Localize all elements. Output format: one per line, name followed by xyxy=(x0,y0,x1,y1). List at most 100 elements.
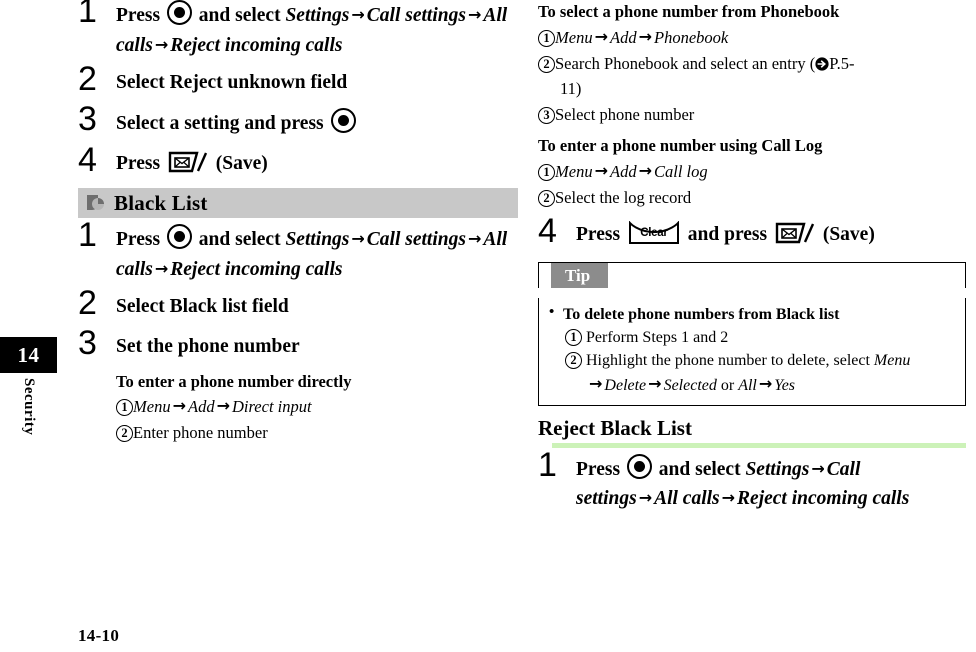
tip-bullet: To delete phone numbers from Black list xyxy=(549,302,957,326)
menu-path-2: Call settings xyxy=(366,5,466,26)
sub-procedure-item: 1 Menu → Add → Phonebook xyxy=(538,25,966,51)
circled-number: 1 xyxy=(565,329,582,347)
menu-path-1: Settings xyxy=(285,5,350,26)
step-item: 3 Set the phone number xyxy=(78,326,518,362)
arrow-icon: → xyxy=(172,396,186,416)
menu-path-2: Add xyxy=(187,397,215,417)
section-marker-icon xyxy=(84,192,110,214)
menu-path-1: Menu xyxy=(133,397,171,417)
menu-path-1: Settings xyxy=(745,458,810,480)
tip-sub-continuation: → Delete → Selected or All → Yes xyxy=(549,373,957,397)
arrow-icon: → xyxy=(154,34,169,54)
circled-number: 2 xyxy=(538,189,555,207)
arrow-icon: → xyxy=(154,258,169,278)
step-text: Select Black list field xyxy=(116,296,289,318)
menu-path-2: Delete xyxy=(604,376,647,394)
tip-sub-text: Highlight the phone number to delete, se… xyxy=(586,352,874,370)
chapter-number-tab: 14 xyxy=(0,337,57,373)
sub-procedure-title: To select a phone number from Phonebook xyxy=(538,2,840,21)
step-item: 1 Press and select Settings → Call setting… xyxy=(78,218,518,284)
menu-path-2: Add xyxy=(609,161,637,181)
center-select-key-icon xyxy=(166,0,192,25)
step-pre-text: Select a setting and press xyxy=(116,112,329,134)
step-number: 3 xyxy=(78,99,97,138)
cross-reference-arrow-icon xyxy=(815,53,829,71)
center-select-key-icon xyxy=(626,453,652,479)
cross-reference-label[interactable]: P.5- xyxy=(829,54,854,73)
menu-path-2: Add xyxy=(609,27,637,47)
section-title: Black List xyxy=(114,190,208,215)
sub-procedure-item: 2 Select the log record xyxy=(538,185,966,211)
sub-procedure-item: 3 Select phone number xyxy=(538,102,966,128)
arrow-icon: → xyxy=(721,488,736,508)
tip-header-row: Tip xyxy=(538,261,966,288)
tip-body-box: To delete phone numbers from Black list … xyxy=(538,297,966,406)
sub-procedure-title: To enter a phone number directly xyxy=(116,371,352,391)
step-item: 4 Press Clear and press (Save) xyxy=(538,214,966,250)
clear-key-label: Clear xyxy=(640,227,668,240)
step-text: Select a setting and press xyxy=(116,107,518,139)
arrow-icon: → xyxy=(351,5,365,24)
step-mid-text: and select xyxy=(193,5,286,26)
sub-procedure-text: Search Phonebook and select an entry ( xyxy=(555,53,816,73)
menu-path-1: Menu xyxy=(555,27,593,47)
sub-procedure-direct-input: To enter a phone number directly 1 Menu → A… xyxy=(78,370,518,446)
arrow-icon: → xyxy=(758,373,773,393)
circled-number: 2 xyxy=(116,425,133,443)
step-text: Press and select Settings → Call settings →… xyxy=(116,0,518,60)
circled-number: 1 xyxy=(538,29,555,47)
arrow-icon: → xyxy=(811,458,825,478)
arrow-icon: → xyxy=(638,160,652,180)
step-number: 1 xyxy=(78,216,97,255)
tip-sub-item: 2 Highlight the phone number to delete, … xyxy=(549,349,957,372)
menu-path-3: Selected xyxy=(663,376,717,394)
sub-procedure-call-log: To enter a phone number using Call Log 1… xyxy=(538,134,966,210)
clear-key-icon: Clear xyxy=(628,221,680,245)
arrow-icon: → xyxy=(589,373,603,393)
step-item: 1 Press and select Settings → Call setting… xyxy=(78,0,518,60)
arrow-icon: → xyxy=(638,488,653,508)
step-number: 3 xyxy=(78,324,97,362)
step-item: 2 Select Black list field xyxy=(78,286,518,322)
step-text: Press Clear and press (Save) xyxy=(576,220,966,250)
chapter-number-label: 14 xyxy=(17,342,40,367)
step-item: 4 Press (Save) xyxy=(78,143,518,179)
menu-path-3: Phonebook xyxy=(653,27,729,47)
arrow-icon: → xyxy=(594,26,608,46)
menu-path-4: Reject incoming calls xyxy=(170,258,343,280)
step-post-text: (Save) xyxy=(817,224,875,246)
arrow-icon: → xyxy=(594,160,608,180)
menu-path-3: Direct input xyxy=(231,397,312,417)
step-text: Select Reject unknown field xyxy=(116,72,348,94)
step-text: Press (Save) xyxy=(116,149,518,179)
menu-path-3: Call log xyxy=(653,161,708,181)
arrow-icon: → xyxy=(648,373,662,393)
menu-path-1: Menu xyxy=(555,161,593,181)
circled-number: 1 xyxy=(538,163,555,181)
circled-number: 3 xyxy=(538,106,555,124)
step-pre-text: Press xyxy=(116,5,165,26)
step-item: 1 Press and select Settings → Call setting… xyxy=(538,448,966,514)
circled-number: 1 xyxy=(116,399,133,417)
step-number: 2 xyxy=(78,284,97,323)
step-mid-text: and select xyxy=(193,229,286,251)
step-text: Set the phone number xyxy=(116,336,300,357)
menu-path-2: Call settings xyxy=(366,229,466,251)
section-reject-black-list: Reject Black List xyxy=(538,416,966,448)
tip-content: To delete phone numbers from Black list … xyxy=(539,298,965,405)
step-item: 2 Select Reject unknown field xyxy=(78,62,518,98)
menu-path-3: All calls xyxy=(654,488,720,510)
sub-procedure-item: 2 Enter phone number xyxy=(116,420,518,446)
arrow-icon: → xyxy=(467,229,482,249)
sub-procedure-text: Select phone number xyxy=(555,104,695,124)
step-pre-text: Press xyxy=(576,458,625,480)
arrow-icon: → xyxy=(467,5,482,24)
step-number: 2 xyxy=(78,60,97,99)
menu-path-1: Settings xyxy=(285,229,350,251)
step-item: 3 Select a setting and press xyxy=(78,102,518,139)
sub-procedure-text: Enter phone number xyxy=(133,423,268,443)
or-conjunction: or xyxy=(716,376,739,394)
step-number: 4 xyxy=(78,140,97,179)
sub-procedure-continuation: 11) xyxy=(560,79,582,99)
circled-number: 2 xyxy=(565,352,582,370)
